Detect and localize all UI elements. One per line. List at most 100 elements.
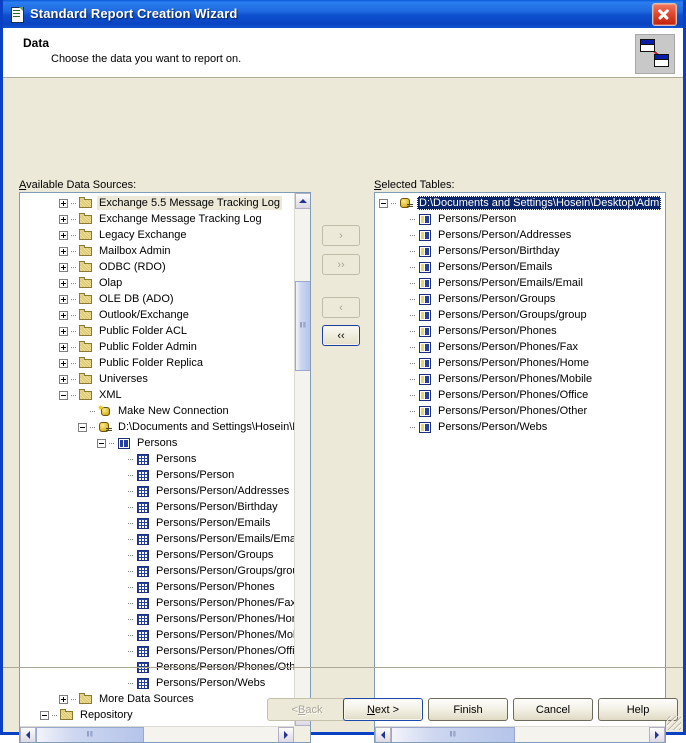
expand-plus-icon[interactable]	[59, 262, 68, 272]
collapse-minus-icon[interactable]	[59, 390, 68, 400]
move-right-button[interactable]: ›	[322, 225, 360, 246]
back-button[interactable]: < Back	[267, 698, 347, 721]
tree-node[interactable]: Persons/Person/Phones/Mobile	[20, 627, 294, 643]
tree-line	[128, 458, 134, 460]
tree-node[interactable]: Persons/Person/Groups	[20, 547, 294, 563]
expand-plus-icon[interactable]	[59, 374, 68, 384]
expand-plus-icon[interactable]	[59, 342, 68, 352]
tree-line	[71, 314, 77, 316]
tree-node[interactable]: XML	[20, 387, 294, 403]
tree-node[interactable]: Public Folder ACL	[20, 323, 294, 339]
tree-node[interactable]: Make New Connection	[20, 403, 294, 419]
tree-leaf-connector	[398, 407, 407, 416]
finish-label: Finish	[453, 703, 483, 716]
tree-line	[410, 282, 416, 284]
available-tree-nodes: Exchange 5.5 Message Tracking Log Exchang…	[20, 193, 294, 723]
available-data-sources-tree[interactable]: Exchange 5.5 Message Tracking Log Exchang…	[19, 192, 311, 743]
tree-node[interactable]: Exchange 5.5 Message Tracking Log	[20, 195, 294, 211]
tree-node[interactable]: Persons/Person/Phones	[20, 579, 294, 595]
tree-node-label: D:\Documents and Settings\Hosein\Desktop…	[417, 196, 662, 210]
tree-node[interactable]: Universes	[20, 371, 294, 387]
scroll-up-icon[interactable]	[295, 193, 310, 209]
expand-plus-icon[interactable]	[59, 310, 68, 320]
available-vertical-scrollbar[interactable]: ‖‖	[294, 193, 310, 726]
tree-node[interactable]: Persons/Person/Phones/Office	[375, 387, 665, 403]
report-document-icon	[9, 6, 25, 23]
tree-node[interactable]: Persons/Person/Phones	[375, 323, 665, 339]
tree-leaf-connector	[116, 631, 125, 640]
tree-node[interactable]: Public Folder Replica	[20, 355, 294, 371]
selected-tables-tree[interactable]: D:\Documents and Settings\Hosein\Desktop…	[374, 192, 666, 743]
move-right-all-button[interactable]: ››	[322, 254, 360, 275]
tree-node[interactable]: Persons	[20, 451, 294, 467]
tree-node[interactable]: D:\Documents and Settings\Hosein\Des	[20, 419, 294, 435]
tree-node[interactable]: Persons/Person/Emails/Email	[375, 275, 665, 291]
tree-node[interactable]: Outlook/Exchange	[20, 307, 294, 323]
selected-label-rest: elected Tables:	[381, 179, 455, 191]
tree-node[interactable]: Persons/Person/Phones/Office	[20, 643, 294, 659]
expand-plus-icon[interactable]	[59, 214, 68, 224]
tree-leaf-connector	[398, 231, 407, 240]
expand-plus-icon[interactable]	[59, 246, 68, 256]
collapse-minus-icon[interactable]	[97, 438, 106, 448]
tree-node[interactable]: Persons/Person/Birthday	[375, 243, 665, 259]
cancel-button[interactable]: Cancel	[513, 698, 593, 721]
tree-node[interactable]: Persons/Person/Phones/Fax	[375, 339, 665, 355]
move-left-all-button[interactable]: ‹‹	[322, 325, 360, 346]
tree-node[interactable]: Persons/Person/Emails	[20, 515, 294, 531]
expand-plus-icon[interactable]	[59, 294, 68, 304]
tree-node-label: Persons/Person/Phones/Other	[438, 405, 588, 417]
tree-leaf-connector	[116, 647, 125, 656]
move-left-button[interactable]: ‹	[322, 297, 360, 318]
finish-button[interactable]: Finish	[428, 698, 508, 721]
tree-node[interactable]: Persons/Person/Phones/Home	[375, 355, 665, 371]
tree-node[interactable]: Persons/Person/Addresses	[20, 483, 294, 499]
tree-node[interactable]: D:\Documents and Settings\Hosein\Desktop…	[375, 195, 665, 211]
expand-plus-icon[interactable]	[59, 326, 68, 336]
collapse-minus-icon[interactable]	[379, 198, 388, 208]
tree-node[interactable]: Persons/Person/Emails	[375, 259, 665, 275]
tree-node[interactable]: Persons/Person/Webs	[375, 419, 665, 435]
conn-icon	[398, 196, 414, 210]
tree-line	[128, 490, 134, 492]
tree-node[interactable]: Persons/Person/Groups/group	[20, 563, 294, 579]
tree-leaf-connector	[116, 583, 125, 592]
tree-node[interactable]: Mailbox Admin	[20, 243, 294, 259]
expand-plus-icon[interactable]	[59, 358, 68, 368]
tree-node[interactable]: OLE DB (ADO)	[20, 291, 294, 307]
newconn-icon	[97, 403, 113, 418]
tree-node[interactable]: Persons/Person/Groups/group	[375, 307, 665, 323]
tree-node[interactable]: Persons/Person/Emails/Email	[20, 531, 294, 547]
tree-node-label: Persons/Person/Emails	[438, 261, 553, 273]
dialog-button-bar: < Back Next > Finish Cancel Help	[3, 686, 683, 732]
selected-tree-nodes: D:\Documents and Settings\Hosein\Desktop…	[375, 193, 665, 435]
tree-node[interactable]: Persons/Person/Groups	[375, 291, 665, 307]
help-button[interactable]: Help	[598, 698, 678, 721]
tree-node[interactable]: Persons/Person/Addresses	[375, 227, 665, 243]
expand-plus-icon[interactable]	[59, 230, 68, 240]
tree-node[interactable]: Persons/Person/Birthday	[20, 499, 294, 515]
close-icon[interactable]	[652, 2, 677, 26]
tree-node[interactable]: Persons/Person/Phones/Fax	[20, 595, 294, 611]
next-button[interactable]: Next >	[343, 698, 423, 721]
tree-node[interactable]: Persons/Person	[375, 211, 665, 227]
tree-line	[410, 218, 416, 220]
tree-node[interactable]: Exchange Message Tracking Log	[20, 211, 294, 227]
tree-node[interactable]: Persons/Person/Phones/Home	[20, 611, 294, 627]
tree-node[interactable]: Legacy Exchange	[20, 227, 294, 243]
tree-node[interactable]: Public Folder Admin	[20, 339, 294, 355]
expand-plus-icon[interactable]	[59, 198, 68, 208]
collapse-minus-icon[interactable]	[78, 422, 87, 432]
tree-node[interactable]: Persons/Person/Phones/Other	[375, 403, 665, 419]
resize-grip-icon[interactable]	[667, 716, 681, 730]
tree-node[interactable]: Persons/Person	[20, 467, 294, 483]
tree-node-label: Persons/Person/Groups/group	[156, 565, 294, 577]
tree-node-label: Persons/Person/Phones	[438, 325, 557, 337]
tree-node[interactable]: Olap	[20, 275, 294, 291]
tree-node[interactable]: Persons	[20, 435, 294, 451]
tree-node[interactable]: ODBC (RDO)	[20, 259, 294, 275]
expand-plus-icon[interactable]	[59, 278, 68, 288]
tree-node[interactable]: Persons/Person/Phones/Mobile	[375, 371, 665, 387]
grid-icon	[135, 516, 151, 530]
available-vscroll-thumb[interactable]: ‖‖	[295, 281, 310, 371]
